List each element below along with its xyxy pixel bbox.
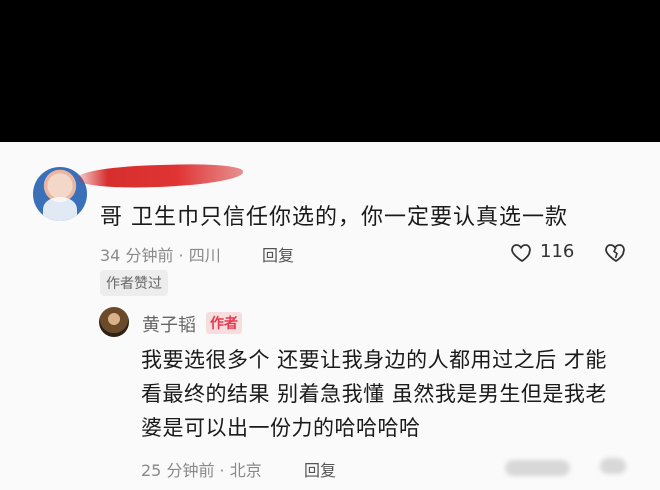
author-name[interactable]: 黄子韬 xyxy=(142,311,196,337)
reply-reply-button[interactable]: 回复 xyxy=(304,457,336,481)
author-avatar[interactable] xyxy=(99,307,129,337)
screenshot: 哥 卫生巾只信任你选的，你一定要认真选一款 34 分钟前 · 四川 回复 116… xyxy=(0,0,660,490)
heart-icon[interactable] xyxy=(510,240,534,264)
black-top-area xyxy=(0,0,660,142)
comment-time-location: 34 分钟前 · 四川 xyxy=(100,246,221,265)
comment-text: 哥 卫生巾只信任你选的，你一定要认真选一款 xyxy=(100,205,568,230)
reply-text: 我要选很多个 还要让我身边的人都用过之后 才能 看最终的结果 别着急我懂 虽然我… xyxy=(141,343,641,445)
reply-line: 婆是可以出一份力的哈哈哈哈 xyxy=(141,416,421,440)
author-tag-badge: 作者 xyxy=(206,312,242,334)
reply-time-location: 25 分钟前 · 北京 xyxy=(141,461,262,480)
reply-line: 看最终的结果 别着急我懂 虽然我是男生但是我老 xyxy=(141,382,607,406)
reply-line: 我要选很多个 还要让我身边的人都用过之后 才能 xyxy=(141,348,607,372)
blurred-like-area xyxy=(505,460,570,476)
blurred-dislike-icon xyxy=(600,458,626,474)
comment-reply-button[interactable]: 回复 xyxy=(262,242,294,266)
like-count: 116 xyxy=(540,241,575,262)
author-liked-badge: 作者赞过 xyxy=(100,270,168,296)
broken-heart-icon[interactable] xyxy=(604,240,628,264)
